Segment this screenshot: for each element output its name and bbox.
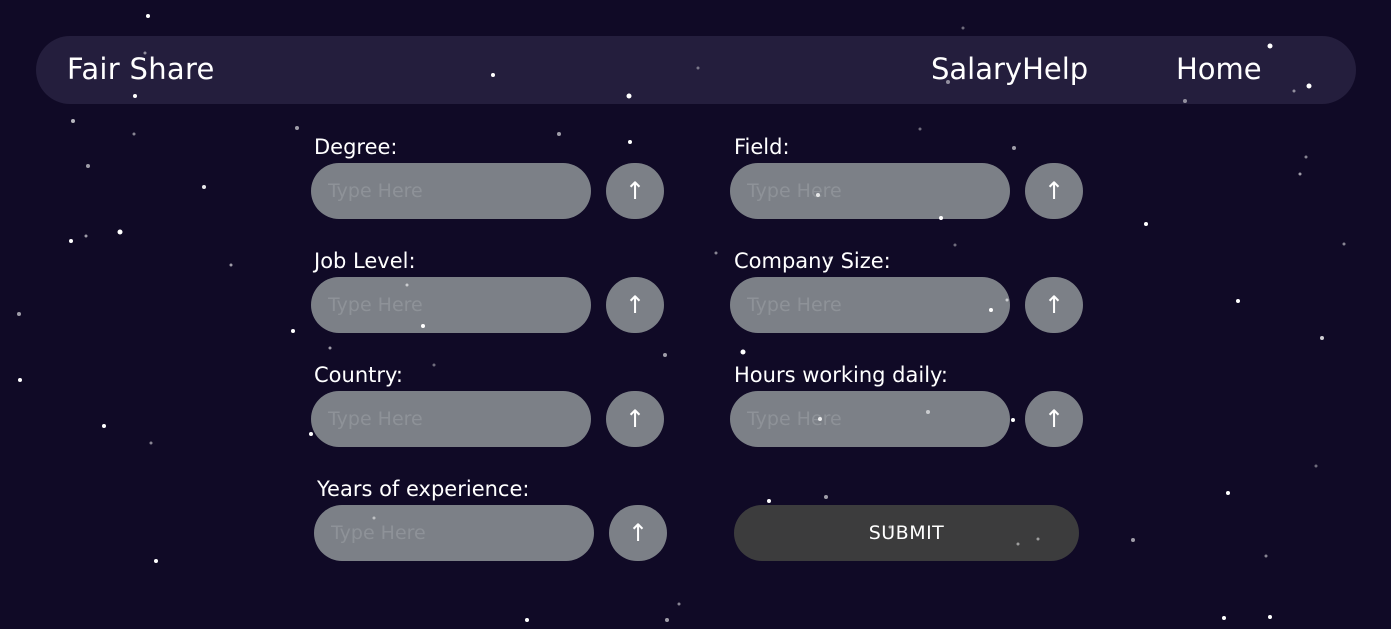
years-up-arrow-button[interactable]: ↑: [609, 505, 667, 561]
star-dot: [1320, 336, 1324, 340]
star-dot: [84, 234, 88, 238]
company-size-input[interactable]: [730, 277, 1010, 333]
country-label: Country:: [314, 363, 403, 387]
star-dot: [961, 26, 965, 30]
star-dot: [525, 618, 529, 622]
star-dot: [740, 349, 746, 355]
star-dot: [117, 229, 123, 235]
star-dot: [1131, 538, 1135, 542]
star-dot: [1144, 222, 1148, 226]
nav-link-salaryhelp[interactable]: SalaryHelp: [931, 52, 1088, 86]
star-dot: [767, 499, 771, 503]
star-dot: [1268, 615, 1272, 619]
star-dot: [295, 126, 299, 130]
star-dot: [229, 263, 233, 267]
company-size-field: Company Size: ↑: [730, 249, 1083, 333]
job-level-input[interactable]: [311, 277, 591, 333]
star-dot: [1226, 491, 1230, 495]
star-dot: [17, 312, 21, 316]
field-field: Field: ↑: [730, 135, 1083, 219]
star-dot: [677, 602, 681, 606]
star-dot: [86, 164, 90, 168]
star-dot: [149, 441, 153, 445]
star-dot: [918, 127, 922, 131]
star-dot: [291, 329, 295, 333]
star-dot: [102, 424, 106, 428]
hours-input[interactable]: [730, 391, 1010, 447]
hours-field: Hours working daily: ↑: [730, 363, 1083, 447]
field-input[interactable]: [730, 163, 1010, 219]
star-dot: [132, 132, 136, 136]
star-dot: [18, 378, 22, 382]
company-size-up-arrow-button[interactable]: ↑: [1025, 277, 1083, 333]
degree-field: Degree: ↑: [311, 135, 664, 219]
field-up-arrow-button[interactable]: ↑: [1025, 163, 1083, 219]
star-dot: [1304, 155, 1308, 159]
submit-button[interactable]: SUBMIT: [734, 505, 1079, 561]
star-dot: [1298, 172, 1302, 176]
years-input[interactable]: [314, 505, 594, 561]
hours-label: Hours working daily:: [734, 363, 949, 387]
star-dot: [1314, 464, 1318, 468]
star-dot: [665, 618, 669, 622]
star-dot: [714, 251, 718, 255]
star-dot: [154, 559, 158, 563]
degree-input[interactable]: [311, 163, 591, 219]
star-dot: [1342, 242, 1346, 246]
star-dot: [1222, 616, 1226, 620]
star-dot: [953, 243, 957, 247]
job-level-label: Job Level:: [314, 249, 416, 273]
company-size-label: Company Size:: [734, 249, 891, 273]
star-dot: [663, 353, 667, 357]
star-dot: [71, 119, 75, 123]
years-label: Years of experience:: [317, 477, 530, 501]
field-label: Field:: [734, 135, 790, 159]
star-dot: [1264, 554, 1268, 558]
star-dot: [202, 185, 206, 189]
job-level-up-arrow-button[interactable]: ↑: [606, 277, 664, 333]
country-field: Country: ↑: [311, 363, 664, 447]
brand-logo: Fair Share: [67, 52, 215, 86]
star-dot: [824, 495, 828, 499]
hours-up-arrow-button[interactable]: ↑: [1025, 391, 1083, 447]
nav-link-home[interactable]: Home: [1176, 52, 1262, 86]
years-field: Years of experience: ↑: [314, 477, 667, 561]
navbar: Fair Share SalaryHelp Home: [36, 36, 1356, 104]
star-dot: [328, 346, 332, 350]
country-up-arrow-button[interactable]: ↑: [606, 391, 664, 447]
degree-up-arrow-button[interactable]: ↑: [606, 163, 664, 219]
country-input[interactable]: [311, 391, 591, 447]
star-dot: [146, 14, 150, 18]
job-level-field: Job Level: ↑: [311, 249, 664, 333]
star-dot: [69, 239, 73, 243]
star-dot: [1236, 299, 1240, 303]
degree-label: Degree:: [314, 135, 398, 159]
